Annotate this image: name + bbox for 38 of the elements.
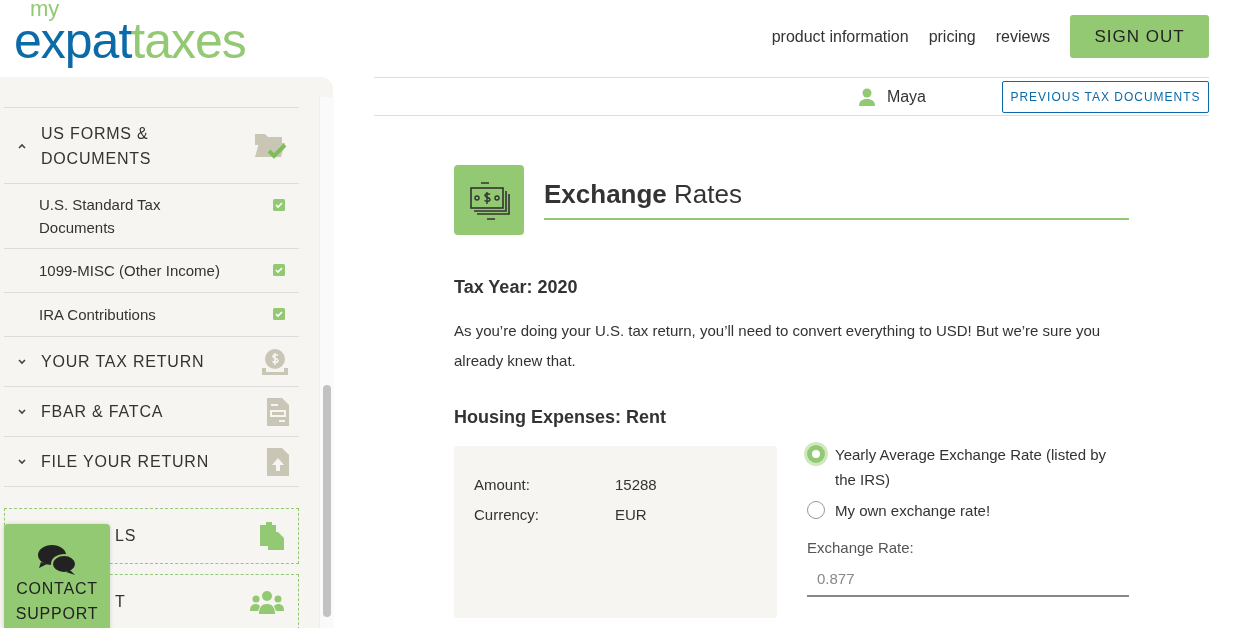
intro-text: As you’re doing your U.S. tax return, you’ll need to convert everything to USD! But we’re sure you already knew that. [454, 321, 1102, 371]
detail-value: EUR [615, 505, 647, 525]
logo[interactable]: my expattaxes [14, 2, 246, 66]
radio-button[interactable] [807, 445, 825, 463]
clipboard-icon [260, 522, 284, 550]
detail-label: Currency: [474, 505, 541, 525]
sidebar-item[interactable]: IRA Contributions [4, 293, 299, 337]
sidebar-section[interactable]: FILE YOUR RETURN [4, 437, 299, 487]
sidebar-section[interactable]: US FORMS & DOCUMENTS [4, 108, 299, 184]
contact-support-button[interactable]: CONTACT SUPPORT [4, 524, 110, 628]
nav-link[interactable]: pricing [928, 27, 976, 46]
scrollbar-thumb[interactable] [323, 385, 331, 617]
sign-out-button[interactable]: SIGN OUT [1070, 15, 1209, 58]
tax-year-heading: Tax Year: 2020 [454, 277, 579, 298]
file-upload-icon [267, 447, 289, 476]
user-label: Maya [886, 87, 926, 106]
nav-link[interactable]: product information [771, 27, 909, 46]
page-title: Exchange Rates [544, 179, 1129, 220]
detail-value: 15288 [615, 475, 657, 495]
exchange-rate-field[interactable]: 0.877 [807, 556, 1129, 597]
field-label: Exchange Rate: [807, 539, 915, 556]
sidebar-item[interactable]: U.S. Standard Tax Documents [4, 184, 299, 249]
document-icon [267, 397, 289, 426]
sidebar-item[interactable]: 1099-MISC (Other Income) [4, 249, 299, 293]
money-icon [454, 165, 524, 235]
sidebar-section[interactable]: YOUR TAX RETURN [4, 337, 299, 387]
user-icon [858, 87, 875, 106]
people-icon [250, 590, 284, 614]
detail-label: Amount: [474, 475, 531, 495]
section-heading: Housing Expenses: Rent [454, 407, 668, 428]
sidebar-section[interactable]: FBAR & FATCA [4, 387, 299, 437]
option-label[interactable]: My own exchange rate! [835, 498, 991, 523]
previous-documents-button[interactable]: PREVIOUS TAX DOCUMENTS [1002, 80, 1209, 113]
chat-icon [37, 544, 77, 576]
sidebar-tool[interactable]: T [115, 575, 298, 628]
nav-link[interactable]: reviews [995, 27, 1050, 46]
option-label[interactable]: Yearly Average Exchange Rate (listed by the IRS) [835, 442, 1129, 492]
coin-icon [261, 347, 289, 376]
